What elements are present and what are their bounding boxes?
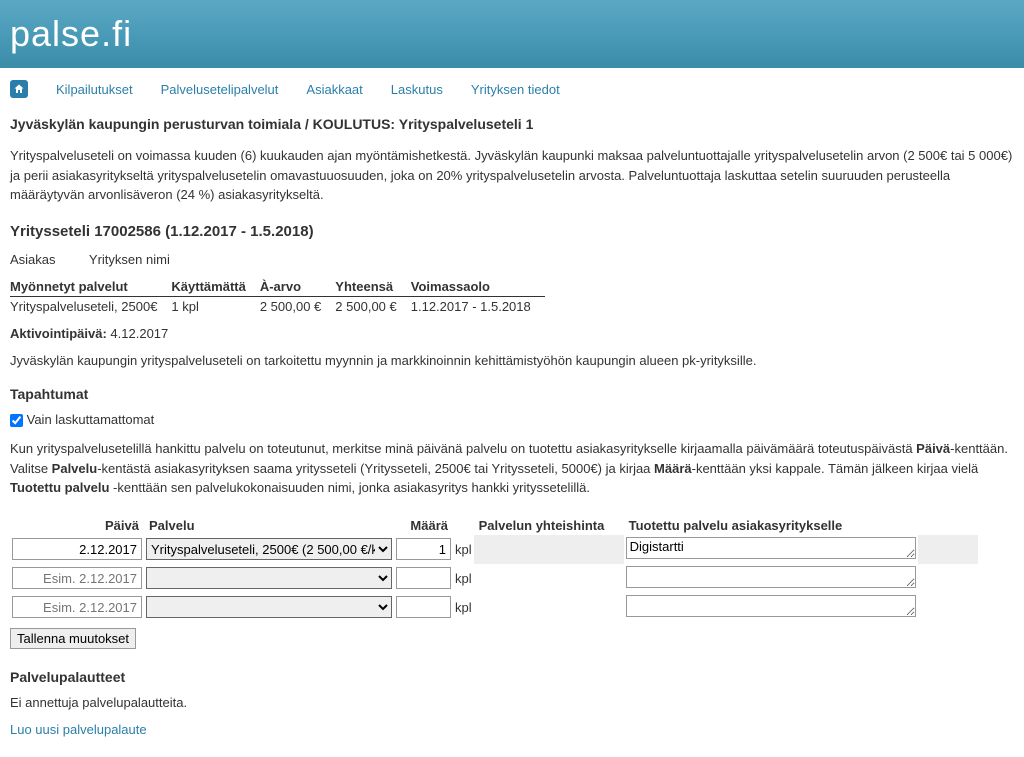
nav-kilpailutukset[interactable]: Kilpailutukset: [56, 82, 133, 97]
create-feedback-link[interactable]: Luo uusi palvelupalaute: [10, 722, 147, 737]
events-instructions: Kun yrityspalvelusetelillä hankittu palv…: [10, 439, 1014, 498]
grant-validity: 1.12.2017 - 1.5.2018: [411, 296, 545, 316]
activation-value: 4.12.2017: [110, 326, 168, 341]
row-trailing: [918, 564, 978, 593]
grant-header-unit-price: À-arvo: [260, 277, 335, 297]
qty-unit: kpl: [453, 564, 474, 593]
customer-label: Asiakas: [10, 252, 56, 267]
row-trailing: [918, 535, 978, 564]
voucher-title: Yritysseteli 17002586 (1.12.2017 - 1.5.2…: [10, 223, 1014, 240]
header-banner: palse.fi: [0, 0, 1024, 68]
qty-unit: kpl: [453, 535, 474, 564]
nav-asiakkaat[interactable]: Asiakkaat: [306, 82, 362, 97]
service-select[interactable]: Yrityspalveluseteli, 2500€ (2 500,00 €/k…: [146, 538, 392, 560]
grant-row: Yrityspalveluseteli, 2500€ 1 kpl 2 500,0…: [10, 296, 545, 316]
main-nav: Kilpailutukset Palvelusetelipalvelut Asi…: [0, 68, 1024, 110]
customer-row: Asiakas Yrityksen nimi: [10, 252, 1014, 267]
grant-service: Yrityspalveluseteli, 2500€: [10, 296, 171, 316]
produced-input[interactable]: Digistartti: [626, 537, 916, 559]
qty-input[interactable]: [396, 596, 451, 618]
breadcrumb: Jyväskylän kaupungin perusturvan toimial…: [10, 116, 1014, 132]
grant-unit-price: 2 500,00 €: [260, 296, 335, 316]
event-row: kpl: [10, 593, 978, 622]
grant-header-service: Myönnetyt palvelut: [10, 277, 171, 297]
row-trailing: [918, 593, 978, 622]
events-header-subtotal: Palvelun yhteishinta: [474, 516, 624, 535]
date-input[interactable]: [12, 538, 142, 560]
intro-text: Yrityspalveluseteli on voimassa kuuden (…: [10, 146, 1014, 205]
qty-input[interactable]: [396, 538, 451, 560]
activation-row: Aktivointipäivä: 4.12.2017: [10, 326, 1014, 341]
subtotal-cell: [474, 593, 624, 622]
grant-header-validity: Voimassaolo: [411, 277, 545, 297]
event-row: Yrityspalveluseteli, 2500€ (2 500,00 €/k…: [10, 535, 978, 564]
feedback-none: Ei annettuja palvelupalautteita.: [10, 695, 1014, 710]
filter-row: Vain laskuttamattomat: [10, 412, 1014, 427]
home-icon[interactable]: [10, 80, 28, 98]
events-table: Päivä Palvelu Määrä Palvelun yhteishinta…: [10, 516, 978, 622]
subtotal-cell: [474, 564, 624, 593]
only-unbilled-checkbox[interactable]: [10, 414, 23, 427]
date-input[interactable]: [12, 596, 142, 618]
grant-unused: 1 kpl: [171, 296, 259, 316]
grant-header-total: Yhteensä: [335, 277, 410, 297]
qty-unit: kpl: [453, 593, 474, 622]
events-header-produced: Tuotettu palvelu asiakasyritykselle: [624, 516, 918, 535]
site-logo: palse.fi: [10, 13, 132, 55]
subtotal-cell: [474, 535, 624, 564]
customer-value: Yrityksen nimi: [89, 252, 170, 267]
produced-input[interactable]: [626, 566, 916, 588]
events-title: Tapahtumat: [10, 386, 1014, 402]
events-header-qty: Määrä: [394, 516, 453, 535]
produced-input[interactable]: [626, 595, 916, 617]
nav-laskutus[interactable]: Laskutus: [391, 82, 443, 97]
qty-input[interactable]: [396, 567, 451, 589]
main-content: Jyväskylän kaupungin perusturvan toimial…: [0, 110, 1024, 757]
nav-palvelusetelipalvelut[interactable]: Palvelusetelipalvelut: [161, 82, 279, 97]
date-input[interactable]: [12, 567, 142, 589]
service-select[interactable]: [146, 596, 392, 618]
grant-table: Myönnetyt palvelut Käyttämättä À-arvo Yh…: [10, 277, 545, 316]
purpose-text: Jyväskylän kaupungin yrityspalveluseteli…: [10, 351, 1014, 371]
feedback-title: Palvelupalautteet: [10, 669, 1014, 685]
save-button[interactable]: Tallenna muutokset: [10, 628, 136, 649]
grant-total: 2 500,00 €: [335, 296, 410, 316]
activation-label: Aktivointipäivä:: [10, 326, 107, 341]
event-row: kpl: [10, 564, 978, 593]
only-unbilled-label: Vain laskuttamattomat: [27, 412, 155, 427]
events-header-service: Palvelu: [144, 516, 394, 535]
nav-yrityksen-tiedot[interactable]: Yrityksen tiedot: [471, 82, 560, 97]
events-header-date: Päivä: [10, 516, 144, 535]
service-select[interactable]: [146, 567, 392, 589]
grant-header-unused: Käyttämättä: [171, 277, 259, 297]
